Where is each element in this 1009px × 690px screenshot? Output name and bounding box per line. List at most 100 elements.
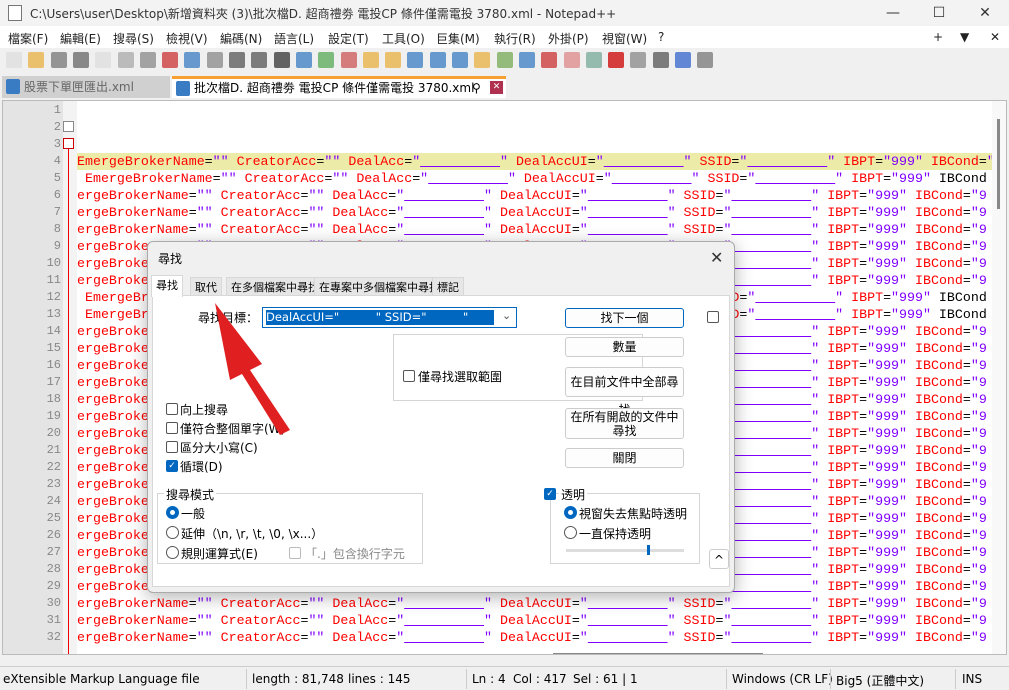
toolbar-button-icon[interactable] xyxy=(72,52,89,68)
pin-icon[interactable]: ⚲ xyxy=(472,79,481,97)
code-line[interactable]: ergeBrokerName="" CreatorAcc="" DealAcc=… xyxy=(77,612,987,629)
code-line[interactable]: ergeBrokerName="" CreatorAcc="" DealAcc=… xyxy=(77,187,987,204)
fold-icon[interactable] xyxy=(63,121,74,132)
vertical-scrollbar[interactable] xyxy=(992,101,1006,654)
toolbar-button-icon[interactable] xyxy=(318,52,335,68)
toolbar-button-icon[interactable] xyxy=(675,52,691,68)
toolbar-button-icon[interactable] xyxy=(429,52,446,68)
dialog-close-button[interactable]: ✕ xyxy=(710,248,723,267)
menu-encoding[interactable]: 編碼(N) xyxy=(220,30,262,47)
toolbar-button-icon[interactable] xyxy=(407,52,424,68)
code-line[interactable]: EmergeBrokerName="" CreatorAcc="" DealAc… xyxy=(77,170,987,187)
menu-search[interactable]: 搜尋(S) xyxy=(113,30,154,47)
always-transparent-radio[interactable] xyxy=(564,526,577,539)
toolbar-button-icon[interactable] xyxy=(95,52,112,68)
wrap-around-checkbox[interactable]: ✓ xyxy=(166,460,178,472)
horizontal-scroll-thumb[interactable] xyxy=(553,653,763,654)
match-case-checkbox[interactable] xyxy=(166,441,178,453)
toolbar-button-icon[interactable] xyxy=(6,52,22,68)
toolbar-button-icon[interactable] xyxy=(518,52,535,68)
eol-format[interactable]: Windows (CR LF) xyxy=(732,672,833,686)
add-icon[interactable]: + xyxy=(933,30,943,44)
dropdown-icon[interactable]: ▼ xyxy=(960,30,969,44)
menu-run[interactable]: 執行(R) xyxy=(494,30,536,47)
tab-close-icon[interactable]: ✕ xyxy=(490,81,503,94)
minimize-button[interactable]: — xyxy=(870,0,916,26)
toolbar-button-icon[interactable] xyxy=(206,52,223,68)
mode-extended-radio[interactable] xyxy=(166,526,179,539)
code-line[interactable]: ergeBrokerName="" CreatorAcc="" DealAcc=… xyxy=(77,629,987,646)
mode-regex-radio[interactable] xyxy=(166,546,179,559)
toolbar-button-icon[interactable] xyxy=(541,52,558,68)
toolbar-button-icon[interactable] xyxy=(362,52,379,68)
toolbar-button-icon[interactable] xyxy=(474,52,491,68)
toolbar-button-icon[interactable] xyxy=(251,52,268,68)
toolbar-button-icon[interactable] xyxy=(295,52,312,68)
whole-word-checkbox[interactable] xyxy=(166,422,178,434)
find-all-current-button[interactable]: 在目前文件中全部尋找 xyxy=(565,367,684,417)
transparency-slider[interactable] xyxy=(566,545,684,555)
chevron-down-icon[interactable]: ⌄ xyxy=(502,309,511,322)
find-input[interactable]: DealAccUI=" " SSID=" " ⌄ xyxy=(262,307,517,328)
toolbar-button-icon[interactable] xyxy=(697,52,714,68)
menu-edit[interactable]: 編輯(E) xyxy=(60,30,101,47)
mode-normal-radio[interactable] xyxy=(166,506,179,519)
toolbar-button-icon[interactable] xyxy=(139,52,156,68)
menu-plugins[interactable]: 外掛(P) xyxy=(548,30,589,47)
encoding[interactable]: Big5 (正體中文) xyxy=(836,672,924,689)
save-icon xyxy=(6,79,20,94)
slider-thumb[interactable] xyxy=(646,545,650,555)
toolbar-button-icon[interactable] xyxy=(585,52,602,68)
toolbar-button-icon[interactable] xyxy=(50,52,67,68)
code-line[interactable]: ergeBrokerName="" CreatorAcc="" DealAcc=… xyxy=(77,204,987,221)
close-doc-icon[interactable]: ✕ xyxy=(990,30,1000,44)
toolbar-button-icon[interactable] xyxy=(162,52,179,68)
in-selection-checkbox[interactable] xyxy=(403,370,415,382)
code-line[interactable]: EmergeBrokerName="" CreatorAcc="" DealAc… xyxy=(77,153,992,170)
close-button[interactable]: 關閉 xyxy=(565,448,684,468)
toolbar-button-icon[interactable] xyxy=(273,52,290,68)
toolbar-button-icon[interactable] xyxy=(229,52,245,68)
menu-help[interactable]: ? xyxy=(658,30,664,44)
toolbar-button-icon[interactable] xyxy=(652,52,669,68)
find-next-option-checkbox[interactable] xyxy=(707,311,719,323)
find-next-button[interactable]: 找下一個 xyxy=(565,308,684,328)
tab-find[interactable]: 尋找 xyxy=(151,275,183,297)
toolbar-button-icon[interactable] xyxy=(608,52,625,68)
backward-checkbox[interactable] xyxy=(166,403,178,415)
tab-find-in-projects[interactable]: 在專案中多個檔案中尋找 xyxy=(314,277,445,296)
toolbar-button-icon[interactable] xyxy=(496,52,513,68)
fold-margin[interactable] xyxy=(63,101,77,654)
scroll-thumb[interactable] xyxy=(997,119,1000,209)
line-number: 27 xyxy=(46,545,61,559)
toolbar-button-icon[interactable] xyxy=(28,52,45,68)
menu-tools[interactable]: 工具(O) xyxy=(382,30,425,47)
menu-macro[interactable]: 巨集(M) xyxy=(436,30,480,47)
transparent-on-blur-radio[interactable] xyxy=(564,506,577,519)
dot-newline-checkbox[interactable] xyxy=(289,547,301,559)
toolbar-button-icon[interactable] xyxy=(385,52,402,68)
toolbar-button-icon[interactable] xyxy=(563,52,580,68)
code-line[interactable]: ergeBrokerName="" CreatorAcc="" DealAcc=… xyxy=(77,221,987,238)
toolbar-button-icon[interactable] xyxy=(452,52,468,68)
toolbar-button-icon[interactable] xyxy=(630,52,647,68)
maximize-button[interactable]: ☐ xyxy=(916,0,962,26)
toolbar-button-icon[interactable] xyxy=(117,52,134,68)
toolbar-button-icon[interactable] xyxy=(184,52,201,68)
fold-icon[interactable] xyxy=(63,138,74,149)
menu-file[interactable]: 檔案(F) xyxy=(8,30,48,47)
transparency-checkbox[interactable]: ✓ xyxy=(544,488,556,500)
collapse-button[interactable]: ^ xyxy=(709,549,729,569)
menu-window[interactable]: 視窗(W) xyxy=(602,30,647,47)
close-button[interactable]: ✕ xyxy=(962,0,1008,26)
code-line[interactable]: ergeBrokerName="" CreatorAcc="" DealAcc=… xyxy=(77,595,987,612)
tab-mark[interactable]: 標記 xyxy=(432,277,464,296)
tab-active[interactable]: 批次檔D. 超商禮劵 電投CP 條件僅需電投 3780.xml ⚲ ✕ xyxy=(172,76,506,98)
menu-language[interactable]: 語言(L) xyxy=(274,30,314,47)
count-button[interactable]: 數量 xyxy=(565,337,684,357)
menu-view[interactable]: 檢視(V) xyxy=(166,30,208,47)
tab-inactive[interactable]: 股票下單匣匯出.xml xyxy=(2,76,170,98)
find-all-open-button[interactable]: 在所有開啟的文件中尋找 xyxy=(565,408,684,439)
toolbar-button-icon[interactable] xyxy=(340,52,357,68)
menu-settings[interactable]: 設定(T) xyxy=(328,30,369,47)
